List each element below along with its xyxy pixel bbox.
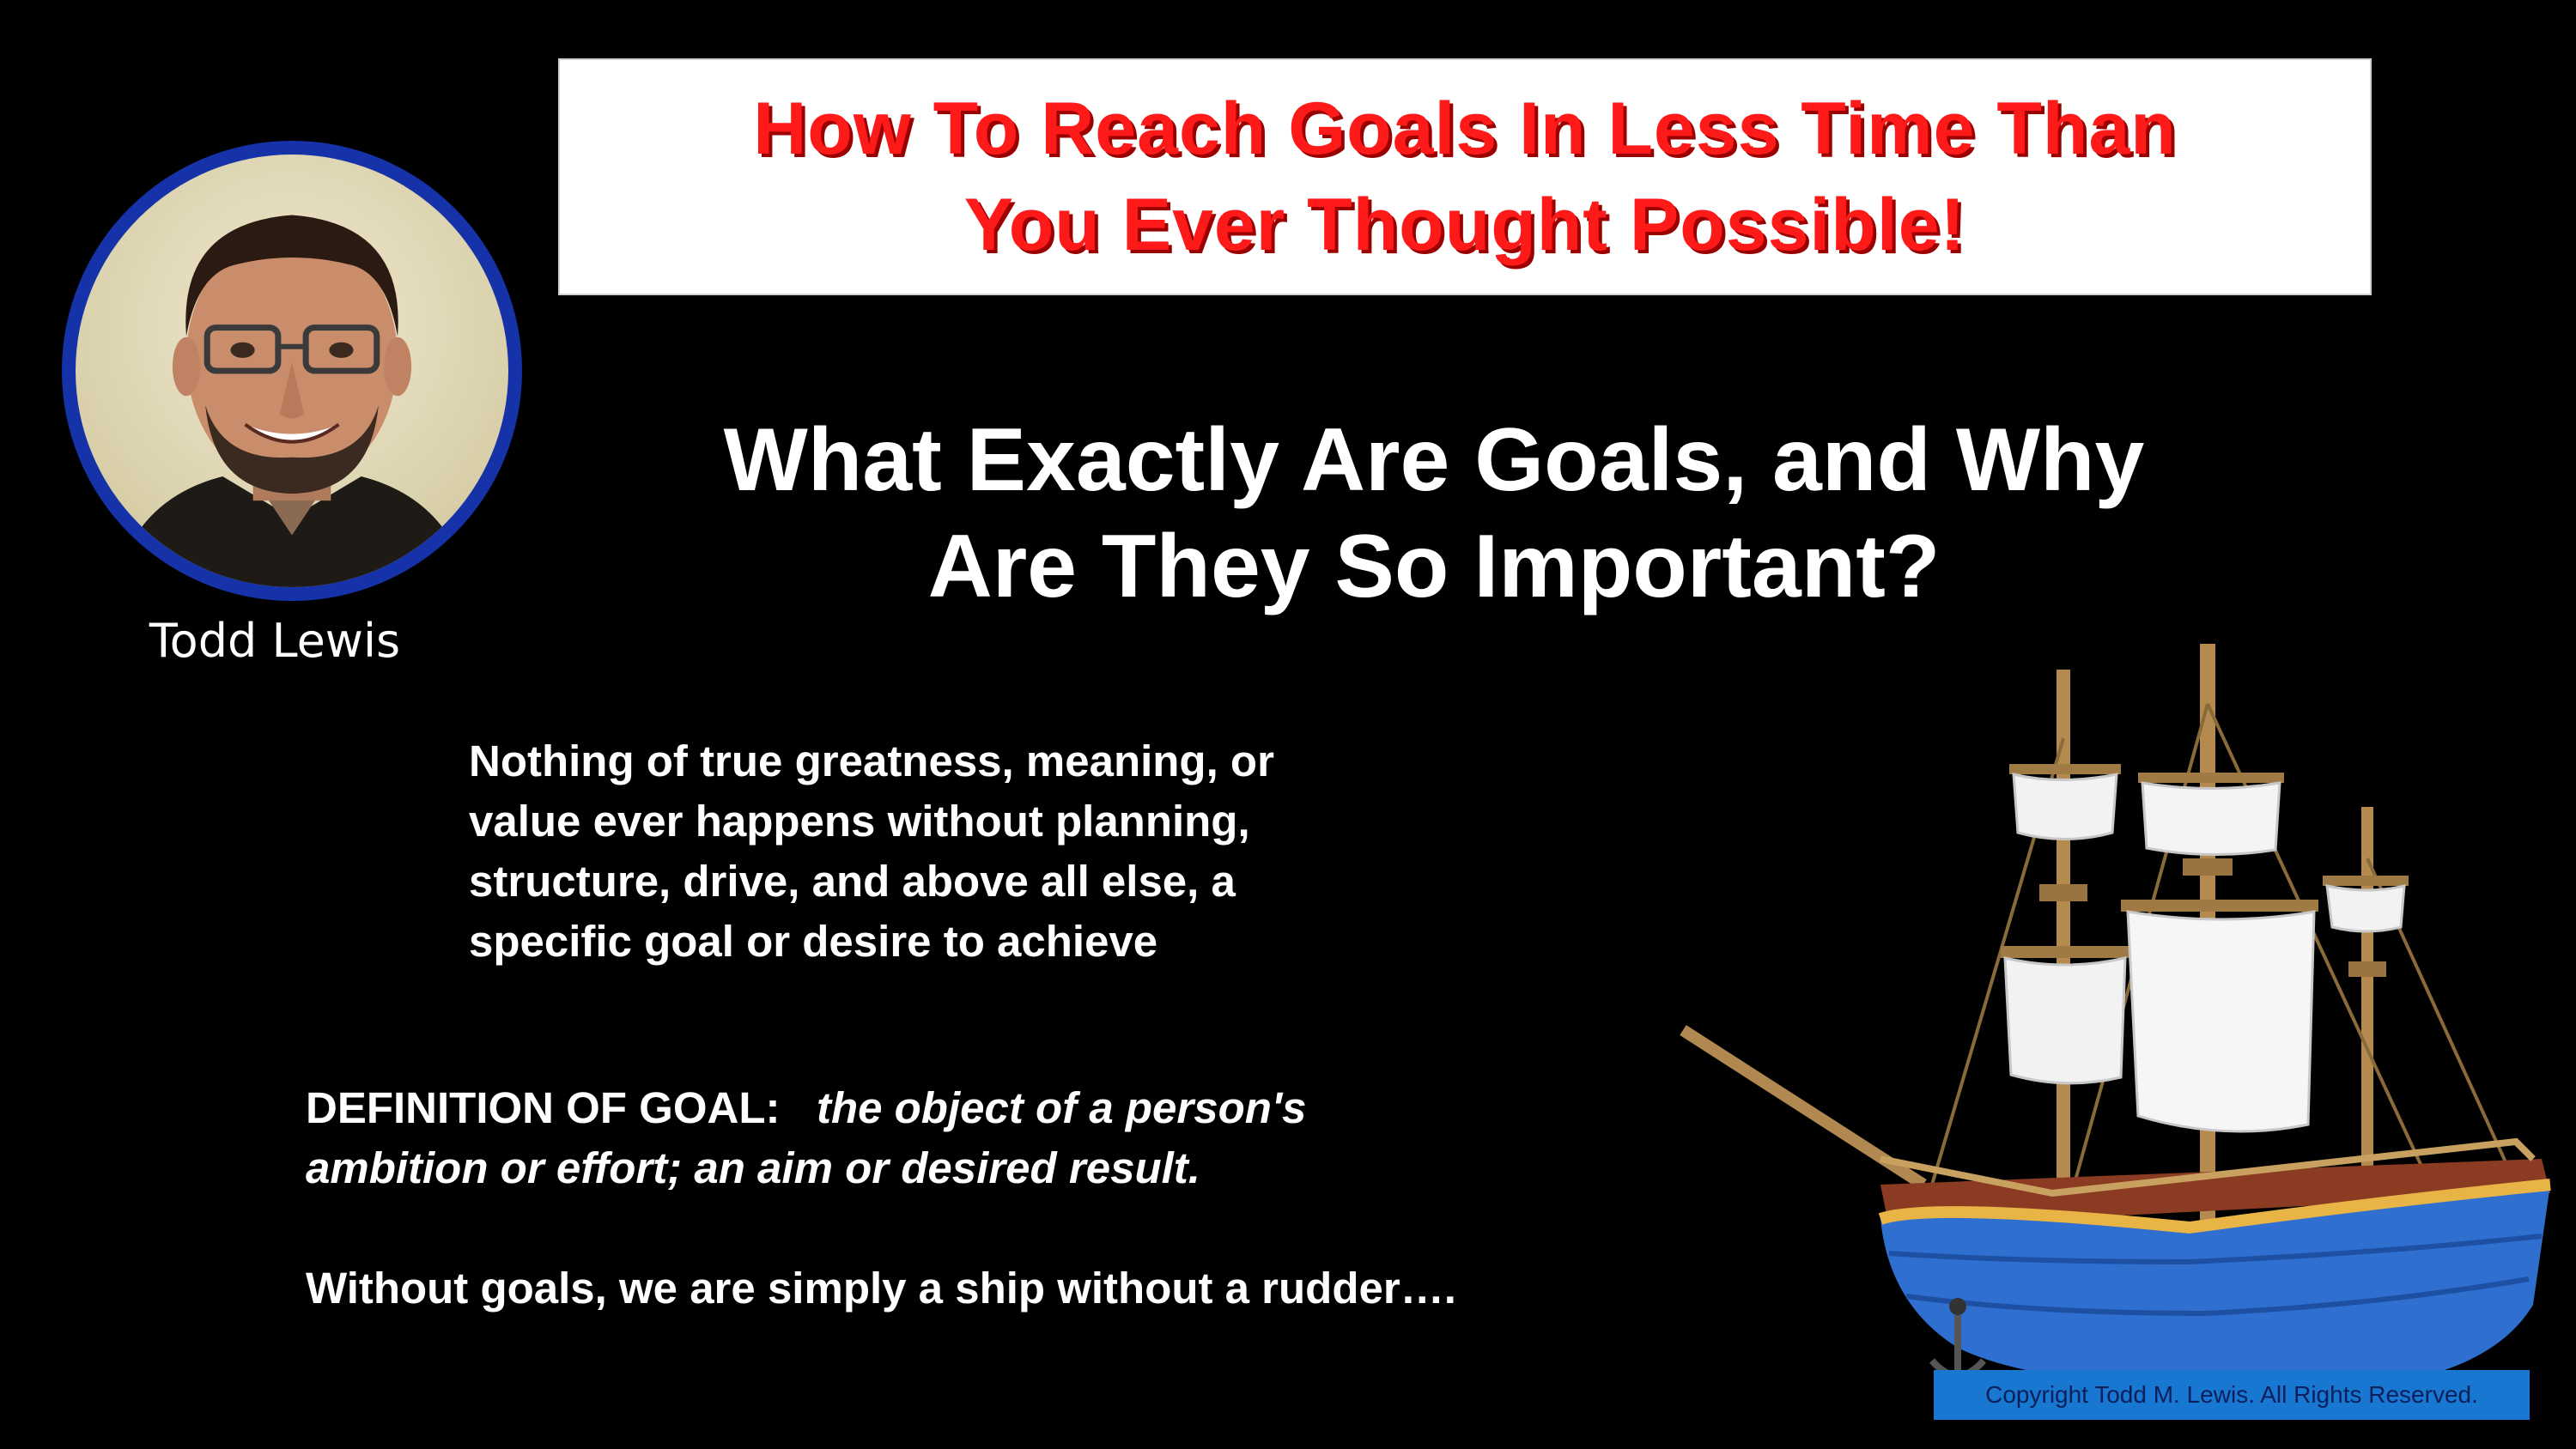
slide-heading: What Exactly Are Goals, and Why Are They… [567, 407, 2301, 620]
sailing-ship-icon [1680, 644, 2551, 1391]
definition-text-1: the object of a person's [816, 1083, 1307, 1132]
copyright-bar: Copyright Todd M. Lewis. All Rights Rese… [1934, 1370, 2530, 1420]
intro-line: specific goal or desire to achieve [469, 917, 1158, 966]
intro-line: Nothing of true greatness, meaning, or [469, 737, 1274, 785]
presenter-photo [76, 155, 508, 587]
closing-statement: Without goals, we are simply a ship with… [306, 1264, 1456, 1313]
definition-text-2: ambition or effort; an aim or desired re… [306, 1143, 1200, 1192]
title-banner: How To Reach Goals In Less Time Than You… [558, 58, 2372, 295]
presenter-portrait-icon [113, 215, 471, 587]
slide: How To Reach Goals In Less Time Than You… [0, 0, 2576, 1449]
intro-line: structure, drive, and above all else, a [469, 857, 1236, 906]
heading-line-2: Are They So Important? [927, 517, 1941, 616]
presenter-name: Todd Lewis [149, 614, 401, 668]
definition-label: DEFINITION OF GOAL: [306, 1083, 781, 1132]
title-line-1: How To Reach Goals In Less Time Than [753, 88, 2177, 170]
intro-paragraph: Nothing of true greatness, meaning, or v… [469, 731, 1499, 972]
goal-definition: DEFINITION OF GOAL: the object of a pers… [306, 1078, 1551, 1198]
intro-line: value ever happens without planning, [469, 797, 1250, 846]
heading-line-1: What Exactly Are Goals, and Why [723, 410, 2145, 510]
presenter-avatar [62, 141, 522, 601]
title-line-2: You Ever Thought Possible! [963, 184, 1966, 266]
